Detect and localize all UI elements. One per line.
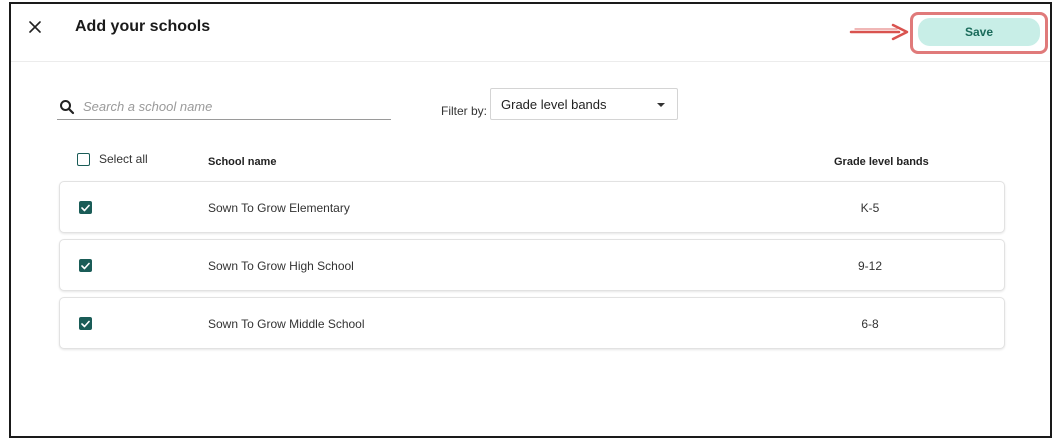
close-button[interactable] xyxy=(25,17,45,37)
school-name: Sown To Grow Middle School xyxy=(208,317,365,331)
school-name: Sown To Grow Elementary xyxy=(208,201,350,215)
checkbox-empty-icon xyxy=(77,152,90,166)
table-row[interactable]: Sown To Grow Middle School 6-8 xyxy=(59,297,1005,349)
table-header: Select all School name Grade level bands xyxy=(11,152,1050,174)
table-row[interactable]: Sown To Grow Elementary K-5 xyxy=(59,181,1005,233)
search-input[interactable] xyxy=(83,99,383,114)
close-icon xyxy=(29,21,41,33)
select-all-checkbox[interactable]: Select all xyxy=(77,152,148,166)
search-bar xyxy=(57,94,391,120)
arrow-annotation-icon xyxy=(849,23,909,41)
row-checkbox[interactable] xyxy=(79,201,92,214)
filter-select[interactable]: Grade level bands xyxy=(490,88,678,120)
column-header-grade-level-bands: Grade level bands xyxy=(834,156,929,168)
search-icon xyxy=(60,99,75,114)
checkbox-checked-icon xyxy=(81,320,90,327)
grade-band: K-5 xyxy=(860,201,880,215)
column-header-school-name: School name xyxy=(208,156,277,168)
select-all-label: Select all xyxy=(99,152,148,166)
filter-selected-value: Grade level bands xyxy=(501,96,607,112)
dialog-header: Add your schools Save xyxy=(11,4,1050,62)
dialog-title: Add your schools xyxy=(75,18,211,35)
row-checkbox[interactable] xyxy=(79,317,92,330)
table-row[interactable]: Sown To Grow High School 9-12 xyxy=(59,239,1005,291)
grade-band: 9-12 xyxy=(857,259,883,273)
caret-down-icon xyxy=(657,103,665,107)
checkbox-checked-icon xyxy=(81,262,90,269)
school-name: Sown To Grow High School xyxy=(208,259,354,273)
grade-band: 6-8 xyxy=(861,317,879,331)
checkbox-checked-icon xyxy=(81,204,90,211)
row-checkbox[interactable] xyxy=(79,259,92,272)
add-schools-dialog: Add your schools Save Filter by: Grade l… xyxy=(9,2,1052,438)
filter-label: Filter by: xyxy=(441,104,488,118)
save-button[interactable]: Save xyxy=(918,18,1040,46)
